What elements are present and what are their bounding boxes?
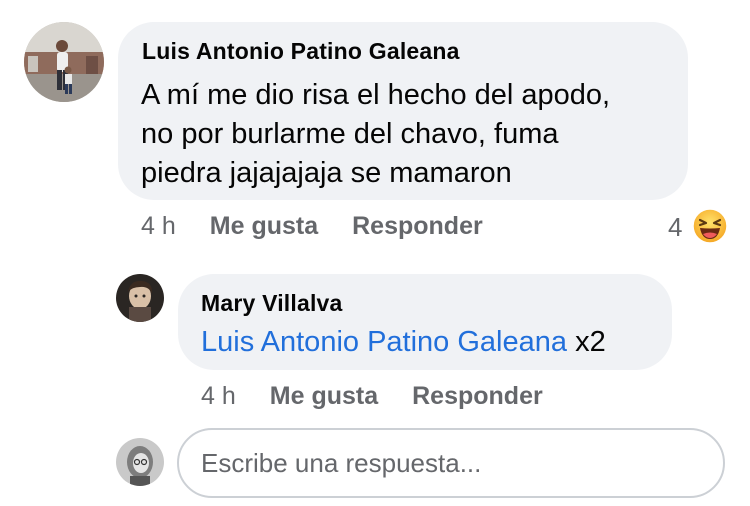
comment-time[interactable]: 4 h — [141, 212, 176, 241]
mention-link[interactable]: Luis Antonio Patino Galeana — [201, 326, 567, 358]
reply-author-name[interactable]: Mary Villalva — [201, 290, 343, 317]
laughing-emoji-icon[interactable] — [692, 208, 728, 244]
reply-suffix: x2 — [575, 326, 606, 358]
reply-reply-button[interactable]: Responder — [412, 382, 543, 411]
reply-meta: 4 h Me gusta Responder — [201, 382, 543, 411]
reply-time[interactable]: 4 h — [201, 382, 236, 411]
comment-like-button[interactable]: Me gusta — [210, 212, 318, 241]
avatar-photo — [116, 438, 164, 486]
reaction-count[interactable]: 4 — [668, 212, 682, 243]
comment-text-line-1: A mí me dio risa el hecho del apodo, — [141, 79, 611, 111]
avatar-photo — [116, 274, 164, 322]
reply-author-avatar[interactable] — [116, 274, 164, 322]
reply-text: Luis Antonio Patino Galeana x2 — [201, 322, 606, 362]
avatar-photo — [24, 22, 104, 102]
comment-text-line-2: no por burlarme del chavo, fuma — [141, 118, 559, 150]
reply-composer[interactable] — [177, 428, 725, 498]
comment-meta: 4 h Me gusta Responder — [141, 212, 483, 241]
composer-avatar — [116, 438, 164, 486]
comment-reply-button[interactable]: Responder — [352, 212, 483, 241]
comment-author-avatar[interactable] — [24, 22, 104, 102]
reply-input[interactable] — [201, 447, 723, 479]
comment-text-line-3: piedra jajajajaja se mamaron — [141, 157, 512, 189]
comment-author-name[interactable]: Luis Antonio Patino Galeana — [142, 38, 460, 65]
reply-like-button[interactable]: Me gusta — [270, 382, 378, 411]
